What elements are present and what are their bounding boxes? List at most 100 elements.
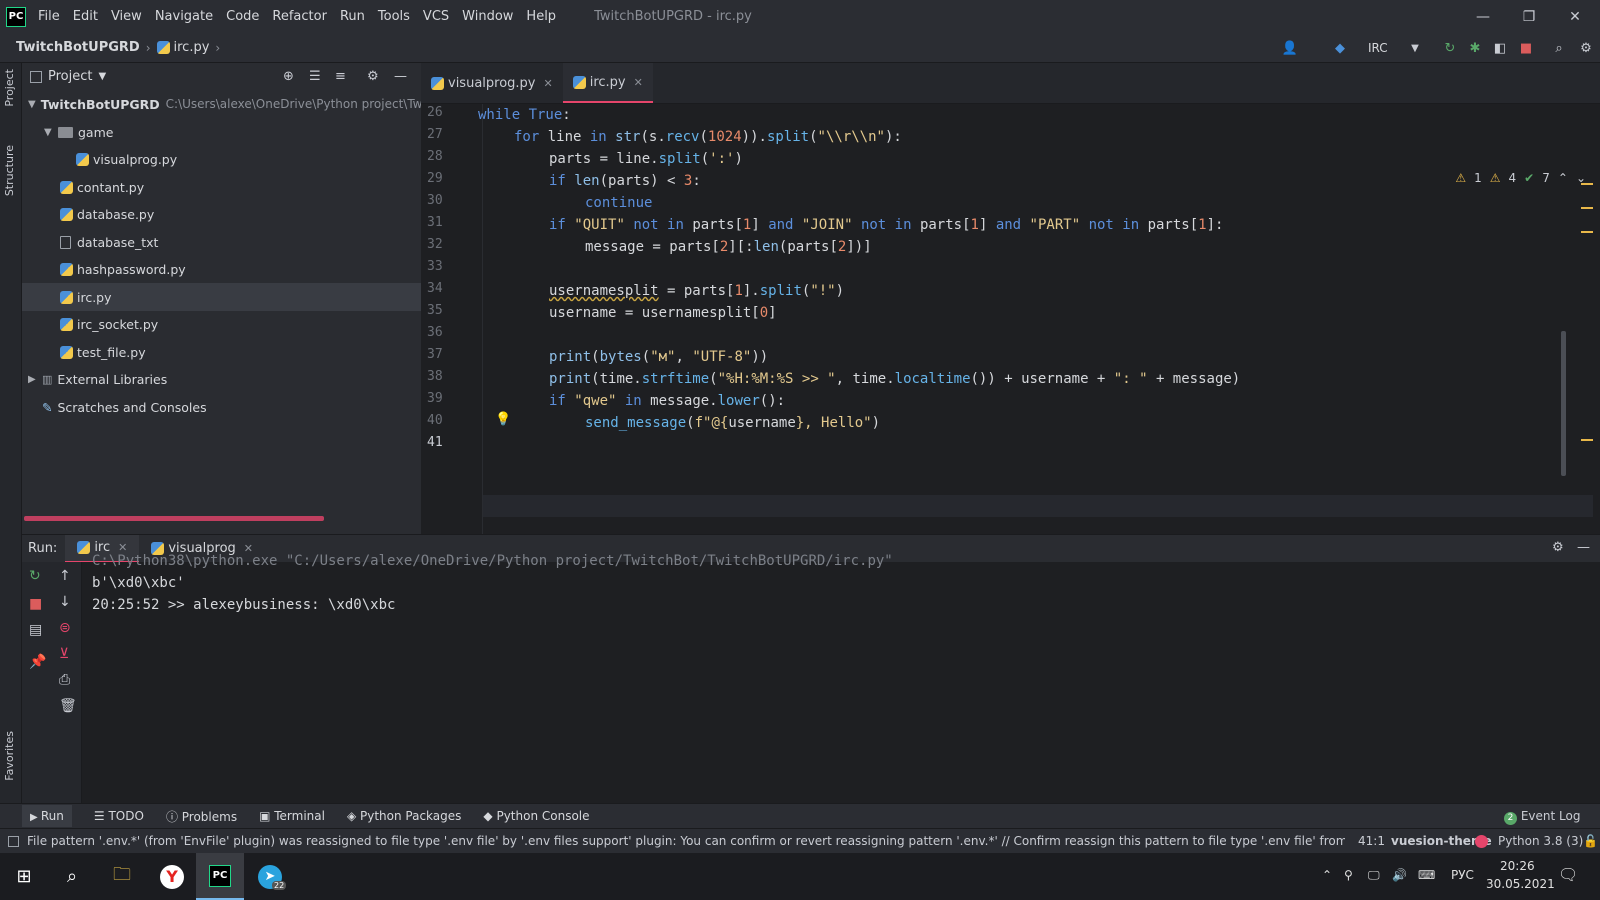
minimize-icon[interactable]: — — [1460, 0, 1506, 33]
code-line-39[interactable]: if "qwe" in message.lower(): — [549, 390, 785, 412]
tree-item-irc-socket[interactable]: irc_socket.py — [22, 310, 421, 338]
lightbulb-icon[interactable]: 💡 — [495, 412, 511, 427]
code-line-38[interactable]: print(time.strftime("%H:%M:%S >> ", time… — [549, 368, 1240, 390]
expand-all-icon[interactable]: ☰ — [309, 69, 321, 84]
menu-navigate[interactable]: Navigate — [155, 9, 213, 24]
print-icon[interactable]: ⎙ — [59, 672, 70, 688]
editor-vertical-scrollbar[interactable] — [1561, 331, 1566, 476]
input-language[interactable]: РУС — [1451, 868, 1474, 882]
tool-problems[interactable]: ⓘ Problems — [166, 808, 237, 825]
lock-icon[interactable]: 🔓 — [1583, 834, 1598, 848]
tab-irc[interactable]: irc.py ✕ — [562, 63, 653, 103]
tool-todo[interactable]: ☰ TODO — [94, 809, 144, 823]
tree-root[interactable]: ▼ TwitchBotUPGRD C:\Users\alexe\OneDrive… — [22, 90, 421, 118]
chevron-up-icon[interactable]: ⌃ — [1558, 171, 1568, 185]
code-line-37[interactable]: print(bytes("м", "UTF-8")) — [549, 346, 768, 368]
chevron-down-icon[interactable]: ▼ — [28, 99, 36, 110]
debug-icon[interactable]: ✱ — [1465, 38, 1485, 58]
chevron-down-icon[interactable]: ▼ — [98, 71, 106, 82]
python-interpreter[interactable]: Python 3.8 (3) — [1498, 834, 1583, 848]
collapse-all-icon[interactable]: ≡ — [335, 69, 346, 84]
chevron-right-icon[interactable]: ▶ — [28, 374, 42, 385]
tree-item-test-file[interactable]: test_file.py — [22, 338, 421, 366]
warning-stripe[interactable] — [1581, 207, 1593, 209]
menu-tools[interactable]: Tools — [378, 9, 410, 24]
code-line-27[interactable]: for line in str(s.recv(1024)).split("\\r… — [514, 126, 902, 148]
tree-item-contant[interactable]: contant.py — [22, 173, 421, 201]
code-line-34[interactable]: usernamesplit = parts[1].split("!") — [549, 280, 844, 302]
menu-edit[interactable]: Edit — [73, 9, 98, 24]
search-icon[interactable]: ⌕ — [48, 853, 96, 900]
warning-stripe[interactable] — [1581, 439, 1593, 441]
tool-terminal[interactable]: ▣ Terminal — [259, 809, 325, 823]
code-line-35[interactable]: username = usernamesplit[0] — [549, 302, 777, 324]
horizontal-scrollbar[interactable] — [24, 516, 324, 521]
monitor-icon[interactable]: 🖵 — [1368, 868, 1380, 883]
arrow-down-icon[interactable]: ↓ — [59, 594, 71, 610]
close-tab-icon[interactable]: ✕ — [544, 77, 553, 90]
status-message[interactable]: File pattern '.env.*' (from 'EnvFile' pl… — [27, 834, 1345, 848]
caret-position[interactable]: 41:1 — [1358, 834, 1385, 848]
favorites-tool-tab[interactable]: Favorites — [3, 731, 16, 781]
menu-window[interactable]: Window — [462, 9, 513, 24]
scroll-to-end-icon[interactable]: ⊻ — [59, 646, 69, 662]
restore-icon[interactable]: ❐ — [1506, 0, 1552, 33]
gear-icon[interactable]: ⚙ — [1552, 540, 1564, 555]
hide-icon[interactable]: — — [1577, 540, 1590, 555]
tab-visualprog[interactable]: visualprog.py ✕ — [421, 63, 563, 103]
trash-icon[interactable]: 🗑 — [59, 698, 77, 714]
locate-icon[interactable]: ⊕ — [283, 69, 294, 84]
network-icon[interactable]: ⚲ — [1344, 868, 1353, 882]
menu-view[interactable]: View — [111, 9, 142, 24]
breadcrumb-file[interactable]: irc.py — [174, 40, 210, 55]
tree-item-external-libraries[interactable]: ▶ ▥ External Libraries — [22, 365, 421, 393]
code-line-30[interactable]: continue — [585, 192, 652, 214]
menu-run[interactable]: Run — [340, 9, 365, 24]
notifications-icon[interactable]: 🗨 — [1558, 865, 1578, 884]
hide-icon[interactable]: — — [394, 69, 407, 84]
rerun-icon[interactable]: ↻ — [1440, 38, 1460, 58]
code-line-32[interactable]: message = parts[2][:len(parts[2])] — [585, 236, 872, 258]
window-toggle-icon[interactable] — [8, 835, 19, 847]
arrow-up-icon[interactable]: ↑ — [59, 568, 71, 584]
menu-code[interactable]: Code — [226, 9, 259, 24]
rerun-icon[interactable]: ↻ — [29, 568, 41, 584]
tree-item-scratches[interactable]: ✎ Scratches and Consoles — [22, 393, 421, 421]
code-line-31[interactable]: if "QUIT" not in parts[1] and "JOIN" not… — [549, 214, 1223, 236]
search-icon[interactable]: ⌕ — [1549, 38, 1569, 58]
chevron-down-icon[interactable]: ▼ — [1405, 38, 1425, 58]
stop-icon[interactable]: ■ — [1516, 38, 1536, 58]
telegram-icon[interactable]: ➤ 22 — [246, 853, 294, 900]
project-tool-tab[interactable]: Project — [3, 69, 16, 107]
chevron-up-icon[interactable]: ⌃ — [1322, 868, 1332, 882]
close-tab-icon[interactable]: ✕ — [634, 76, 643, 89]
tree-item-hashpassword[interactable]: hashpassword.py — [22, 255, 421, 283]
soft-wrap-icon[interactable]: ⊜ — [59, 620, 71, 636]
clock-date[interactable]: 30.05.2021 — [1486, 877, 1555, 891]
code-line-29[interactable]: if len(parts) < 3: — [549, 170, 701, 192]
menu-vcs[interactable]: VCS — [423, 9, 449, 24]
pycharm-taskbar-icon[interactable]: PC — [196, 853, 244, 900]
clock-time[interactable]: 20:26 — [1500, 859, 1535, 873]
chevron-down-icon[interactable]: ▼ — [44, 127, 58, 138]
inspection-widget[interactable]: ⚠ 1 ⚠ 4 ✔ 7 ⌃ ⌄ — [1455, 171, 1586, 185]
code-line-40[interactable]: send_message(f"@{username}, Hello") — [585, 412, 880, 434]
breadcrumb-project[interactable]: TwitchBotUPGRD — [16, 40, 140, 55]
tree-item-database[interactable]: database.py — [22, 200, 421, 228]
yandex-browser-icon[interactable]: Y — [148, 853, 196, 900]
structure-tool-tab[interactable]: Structure — [3, 145, 16, 196]
stop-icon[interactable]: ■ — [29, 596, 42, 612]
project-title[interactable]: Project — [48, 69, 92, 84]
code-line-26[interactable]: while True: — [478, 104, 571, 126]
menu-help[interactable]: Help — [526, 9, 556, 24]
pycharm-logo-icon[interactable]: PC — [6, 6, 26, 27]
pin-icon[interactable]: 📌 — [29, 654, 46, 670]
tool-python-console[interactable]: ◆ Python Console — [483, 809, 589, 823]
gear-icon[interactable]: ⚙ — [367, 69, 379, 84]
menu-file[interactable]: File — [38, 9, 60, 24]
tree-item-database-txt[interactable]: database_txt — [22, 228, 421, 256]
file-explorer-icon[interactable]: 🗀 — [98, 853, 146, 900]
event-log[interactable]: 2 Event Log — [1504, 809, 1580, 825]
tree-item-game[interactable]: ▼ game — [22, 118, 421, 146]
windows-start-icon[interactable]: ⊞ — [0, 853, 48, 900]
